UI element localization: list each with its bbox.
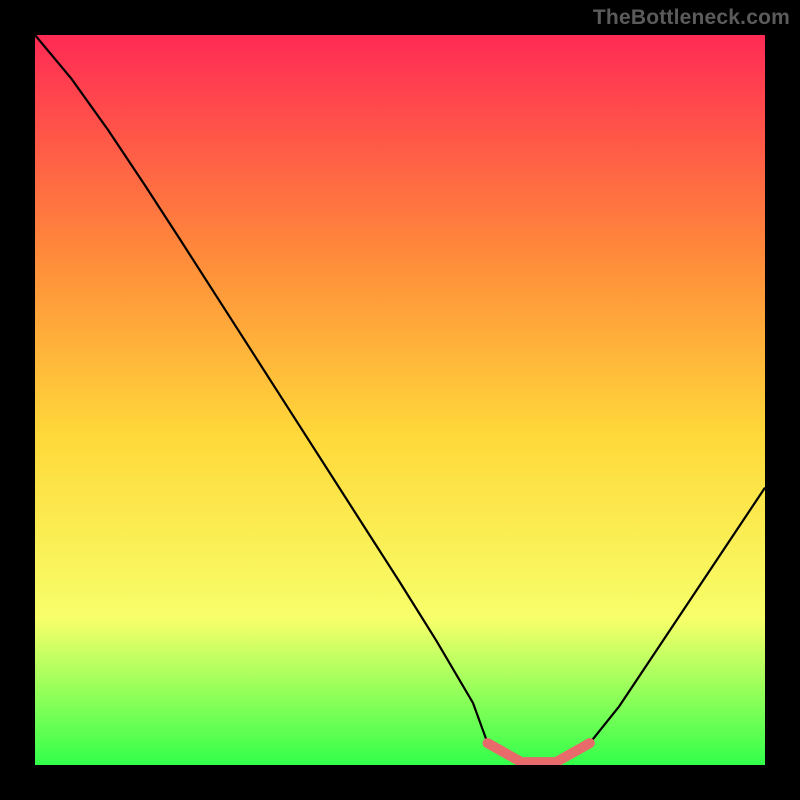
watermark-text: TheBottleneck.com <box>593 6 790 30</box>
chart-frame: TheBottleneck.com <box>0 0 800 800</box>
gradient-background <box>35 35 765 765</box>
bottleneck-chart <box>35 35 765 765</box>
plot-area <box>35 35 765 765</box>
